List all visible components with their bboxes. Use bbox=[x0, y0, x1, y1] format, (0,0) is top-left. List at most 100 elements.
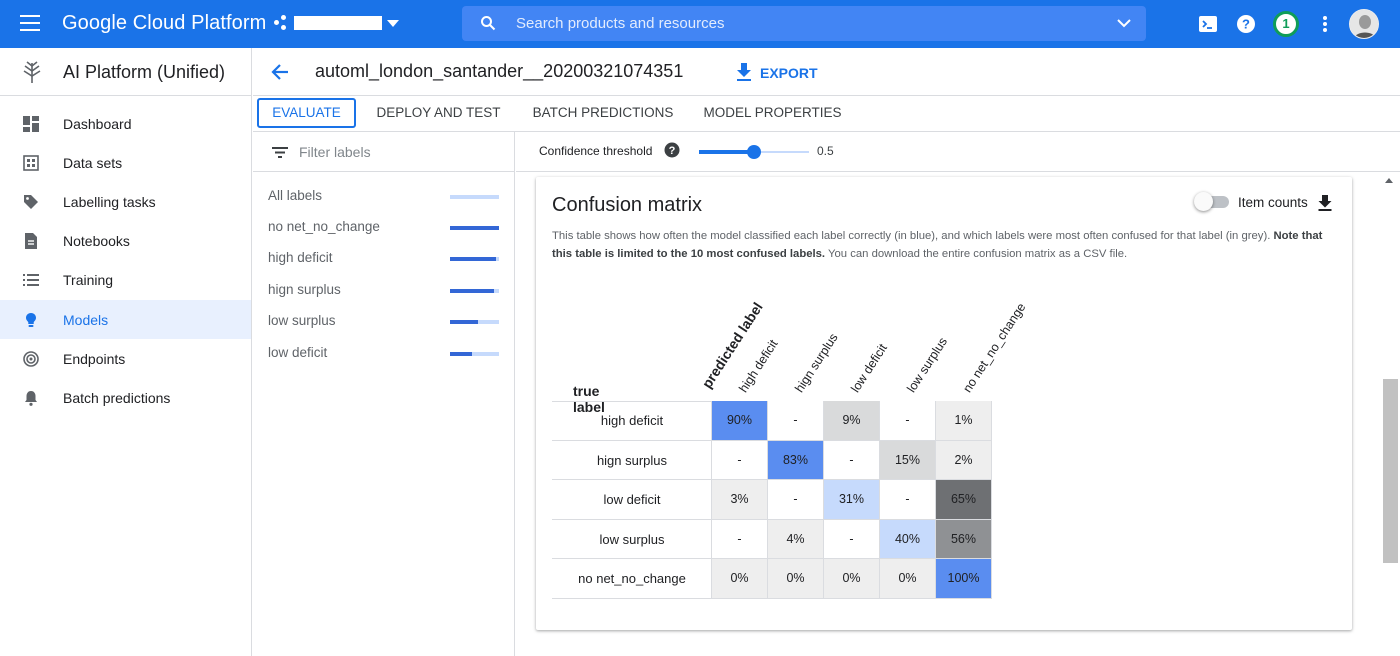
matrix-cell: 83% bbox=[768, 440, 824, 480]
threshold-bar: Confidence threshold ? 0.5 bbox=[516, 132, 1400, 172]
avatar[interactable] bbox=[1349, 9, 1379, 39]
matrix-cell: - bbox=[712, 519, 768, 559]
filter-bar bbox=[253, 132, 514, 172]
bulb-icon bbox=[26, 313, 36, 327]
row-header-low-surplus: low surplus bbox=[599, 531, 665, 547]
matrix-cell: 0% bbox=[712, 559, 768, 599]
label-score-fill bbox=[450, 352, 473, 356]
sidebar: AI Platform (Unified) Dashboard Data set… bbox=[0, 48, 252, 656]
row-header-no-net-no-change: no net_no_change bbox=[578, 571, 686, 586]
row-header-low-deficit: low deficit bbox=[603, 492, 661, 507]
more-vert-icon[interactable] bbox=[1314, 13, 1336, 35]
chevron-down-icon[interactable] bbox=[1116, 17, 1132, 29]
label-item-low-surplus[interactable]: low surplus bbox=[253, 306, 514, 336]
sidebar-item-labelling-tasks[interactable]: Labelling tasks bbox=[0, 182, 251, 221]
tab-batch-predictions[interactable]: BATCH PREDICTIONS bbox=[529, 98, 677, 128]
product-title: AI Platform (Unified) bbox=[63, 62, 226, 82]
label-item-low-deficit[interactable]: low deficit bbox=[253, 338, 514, 368]
matrix-cell: 3% bbox=[712, 480, 768, 520]
chevron-down-icon[interactable] bbox=[387, 20, 399, 27]
filter-labels-input[interactable] bbox=[299, 138, 499, 166]
label-score-fill bbox=[450, 289, 495, 293]
tab-model-properties[interactable]: MODEL PROPERTIES bbox=[701, 98, 844, 128]
matrix-divider bbox=[552, 597, 712, 599]
label-name: low surplus bbox=[268, 313, 336, 328]
ai-platform-logo-icon bbox=[23, 61, 41, 83]
menu-icon[interactable] bbox=[20, 15, 40, 31]
bell-icon bbox=[25, 391, 37, 406]
matrix-cell: 31% bbox=[824, 480, 880, 520]
matrix-cell: 40% bbox=[880, 519, 936, 559]
label-name: low deficit bbox=[268, 345, 328, 360]
item-counts-toggle[interactable] bbox=[1194, 192, 1230, 211]
label-name: no net_no_change bbox=[268, 219, 380, 234]
label-score-fill bbox=[450, 257, 497, 261]
sidebar-item-label: Endpoints bbox=[63, 351, 126, 367]
label-score-bar bbox=[450, 195, 499, 199]
notifications-badge[interactable]: 1 bbox=[1273, 11, 1299, 37]
card-description: This table shows how often the model cla… bbox=[552, 227, 1342, 263]
matrix-cell: 0% bbox=[824, 559, 880, 599]
back-arrow-icon[interactable] bbox=[269, 61, 291, 83]
matrix-cell: - bbox=[768, 480, 824, 520]
help-icon[interactable]: ? bbox=[664, 142, 680, 158]
tab-deploy-and-test[interactable]: DEPLOY AND TEST bbox=[373, 98, 504, 128]
label-filter-panel: All labels no net_no_change high deficit… bbox=[253, 132, 515, 656]
tab-evaluate[interactable]: EVALUATE bbox=[257, 98, 356, 128]
help-icon[interactable]: ? bbox=[1235, 13, 1257, 35]
label-item-high-deficit[interactable]: high deficit bbox=[253, 243, 514, 273]
label-score-bar bbox=[450, 257, 499, 261]
label-item-all-labels[interactable]: All labels bbox=[253, 181, 514, 211]
svg-text:?: ? bbox=[669, 145, 676, 157]
sidebar-item-endpoints[interactable]: Endpoints bbox=[0, 339, 251, 378]
tab-bar: EVALUATE DEPLOY AND TEST BATCH PREDICTIO… bbox=[253, 96, 1400, 132]
list-icon bbox=[23, 274, 39, 286]
sidebar-item-label: Notebooks bbox=[63, 233, 130, 249]
cloud-shell-icon[interactable] bbox=[1197, 13, 1219, 35]
endpoint-icon bbox=[23, 351, 39, 367]
card-title: Confusion matrix bbox=[552, 194, 703, 216]
matrix-cell: 0% bbox=[768, 559, 824, 599]
scroll-up-icon[interactable] bbox=[1385, 178, 1393, 183]
label-score-bar bbox=[450, 320, 499, 324]
sidebar-item-label: Dashboard bbox=[63, 116, 132, 132]
filter-icon bbox=[272, 147, 288, 158]
sidebar-item-data-sets[interactable]: Data sets bbox=[0, 143, 251, 182]
scrollbar-thumb[interactable] bbox=[1383, 379, 1398, 563]
top-bar: Google Cloud Platform ? 1 bbox=[0, 0, 1400, 48]
matrix-cell: 90% bbox=[712, 401, 768, 441]
matrix-cell: - bbox=[768, 401, 824, 441]
sidebar-item-label: Training bbox=[63, 272, 114, 288]
matrix-cell: 65% bbox=[936, 480, 992, 520]
label-item-no-net-no-change[interactable]: no net_no_change bbox=[253, 212, 514, 242]
column-header-no-net-no-change: no net_no_change bbox=[960, 300, 1029, 395]
label-item-hign-surplus[interactable]: hign surplus bbox=[253, 275, 514, 305]
notebook-icon bbox=[25, 233, 37, 249]
sidebar-item-dashboard[interactable]: Dashboard bbox=[0, 104, 251, 143]
search-input[interactable] bbox=[516, 6, 1076, 41]
toggle-knob bbox=[1194, 192, 1213, 211]
sidebar-item-batch-predictions[interactable]: Batch predictions bbox=[0, 378, 251, 417]
column-header-high-deficit: high deficit bbox=[736, 337, 781, 395]
confusion-matrix-card: Confusion matrix Item counts This table … bbox=[536, 177, 1352, 630]
brand-title[interactable]: Google Cloud Platform bbox=[62, 12, 266, 35]
confidence-threshold-slider[interactable] bbox=[699, 140, 811, 164]
download-icon bbox=[737, 63, 751, 81]
download-icon[interactable] bbox=[1316, 194, 1334, 212]
slider-fill bbox=[699, 150, 754, 154]
matrix-cell: - bbox=[880, 480, 936, 520]
tag-icon bbox=[24, 195, 38, 209]
desc-text: This table shows how often the model cla… bbox=[552, 230, 1274, 242]
sidebar-item-models[interactable]: Models bbox=[0, 300, 251, 339]
project-icon[interactable] bbox=[274, 15, 290, 31]
sidebar-item-label: Models bbox=[63, 312, 109, 328]
sidebar-item-notebooks[interactable]: Notebooks bbox=[0, 221, 251, 260]
slider-handle[interactable] bbox=[747, 145, 761, 159]
dataset-icon bbox=[23, 155, 39, 171]
project-selector[interactable] bbox=[294, 16, 382, 30]
threshold-label: Confidence threshold bbox=[539, 144, 653, 158]
sidebar-item-training[interactable]: Training bbox=[0, 260, 251, 299]
matrix-cell: 15% bbox=[880, 440, 936, 480]
matrix-cell: - bbox=[880, 401, 936, 441]
matrix-cell: 4% bbox=[768, 519, 824, 559]
